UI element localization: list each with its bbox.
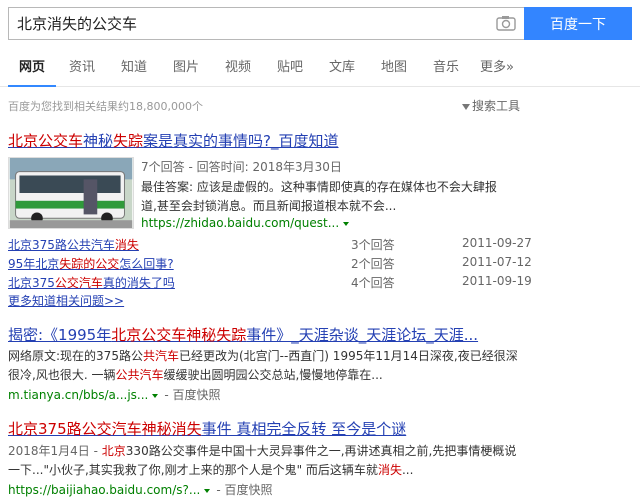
result-url[interactable]: https://baijiahao.baidu.com/s?... — [8, 483, 200, 497]
question-highlight: 消失 — [114, 238, 139, 252]
snippet-line: 一下..."小伙子,其实我救了你,刚才上来的那个人是个鬼" 而后这辆车就消失..… — [8, 461, 632, 480]
result-2-snippet: 网络原文:现在的375路公共汽车已经更改为(北宫门--西直门) 1995年11月… — [8, 347, 632, 385]
snippet-text: 很冷,风也很大. 一辆 — [8, 368, 116, 382]
snippet-text: 网络原文:现在的375路公 — [8, 349, 143, 363]
title-highlight: 神秘消失 — [141, 420, 202, 438]
snippet-line: 2018年1月4日 - 北京330路公交事件是中国十大灵异事件之一,再讲述真相之… — [8, 442, 632, 461]
title-text: 案是真实的事情吗?_百度知道 — [143, 132, 339, 150]
chevron-down-icon[interactable] — [204, 488, 211, 493]
chevron-down-icon[interactable] — [343, 221, 350, 226]
result-3-snippet: 2018年1月4日 - 北京330路公交事件是中国十大灵异事件之一,再讲述真相之… — [8, 442, 632, 480]
snippet-highlight: 公共汽车 — [115, 368, 164, 382]
result-url[interactable]: https://zhidao.baidu.com/quest... — [141, 216, 339, 230]
separator: - — [164, 388, 173, 402]
result-1-url[interactable]: https://zhidao.baidu.com/quest... — [141, 216, 355, 230]
result-url[interactable]: m.tianya.cn/bbs/a...js... — [8, 388, 148, 402]
title-text: 神秘 — [83, 132, 114, 150]
result-2-url: m.tianya.cn/bbs/a...js... - 百度快照 — [8, 386, 221, 405]
chevron-down-icon[interactable] — [152, 393, 159, 398]
camera-icon[interactable] — [496, 15, 516, 31]
snippet-line: 道,甚至会封锁消息。而且新闻报道根本就不会... — [141, 199, 397, 213]
search-input[interactable] — [8, 7, 524, 40]
tab-zhidao[interactable]: 知道 — [108, 50, 160, 87]
list-item[interactable]: 北京375公交汽车真的消失了吗 — [8, 274, 175, 291]
tab-video[interactable]: 视频 — [212, 50, 264, 87]
snippet-highlight: 共汽车 — [142, 349, 179, 363]
snippet-text: 已经更改为(北宫门--西直门) 1995年11月14日深夜,夜已经很深 — [178, 349, 518, 363]
snippet-text: ... — [401, 463, 414, 477]
question-text: 95年北京 — [8, 257, 60, 271]
answer-date: 2011-09-19 — [462, 274, 532, 288]
snippet-line: 网络原文:现在的375路公共汽车已经更改为(北宫门--西直门) 1995年11月… — [8, 347, 632, 366]
result-1-snippet: 最佳答案: 应该是虚假的。这种事情即使真的存在媒体也不会大肆报 道,甚至会封锁消… — [141, 178, 631, 216]
snippet-text: 缓缓驶出圆明园公交总站,慢慢地停靠在... — [163, 368, 383, 382]
question-highlight: 公交汽车 — [54, 276, 103, 290]
tab-map[interactable]: 地图 — [368, 50, 420, 87]
list-item[interactable]: 95年北京失踪的公交怎么回事? — [8, 255, 174, 272]
search-tabs: 网页 资讯 知道 图片 视频 贴吧 文库 地图 音乐 更多» — [0, 50, 640, 87]
search-bar: 百度一下 — [8, 7, 632, 40]
snippet-line: 很冷,风也很大. 一辆公共汽车缓缓驶出圆明园公交总站,慢慢地停靠在... — [8, 366, 632, 385]
search-tools-label: 搜索工具 — [472, 99, 521, 113]
title-text: 事件 真相完全反转 至今是个谜 — [201, 420, 407, 438]
snippet-text: 330路公交事件是中国十大灵异事件之一,再讲述真相之前,先把事情梗概说 — [125, 444, 517, 458]
result-stats: 百度为您找到相关结果约18,800,000个 — [8, 100, 203, 113]
tab-more[interactable]: 更多» — [472, 50, 522, 87]
list-item[interactable]: 北京375路公共汽车消失 — [8, 236, 139, 253]
question-text: 怎么回事? — [119, 257, 174, 271]
answer-count: 4个回答 — [351, 276, 395, 290]
question-text: 真的消失了吗 — [102, 276, 175, 290]
tab-images[interactable]: 图片 — [160, 50, 212, 87]
result-3-title[interactable]: 北京375路公交汽车神秘消失事件 真相完全反转 至今是个谜 — [8, 420, 406, 438]
snippet-line: 最佳答案: 应该是虚假的。这种事情即使真的存在媒体也不会大肆报 — [141, 180, 497, 194]
answer-date: 2011-09-27 — [462, 236, 532, 250]
cache-link[interactable]: 百度快照 — [224, 483, 272, 497]
answer-count: 3个回答 — [351, 238, 395, 252]
snippet-highlight: 北京 — [101, 444, 126, 458]
answer-count: 2个回答 — [351, 257, 395, 271]
snippet-date: 2018年1月4日 - — [8, 444, 102, 458]
bus-thumbnail[interactable] — [8, 157, 134, 229]
tab-news[interactable]: 资讯 — [56, 50, 108, 87]
answer-meta: 7个回答 - 回答时间: 2018年3月30日 — [141, 160, 342, 174]
filter-icon — [462, 103, 470, 110]
cache-link[interactable]: 百度快照 — [173, 388, 221, 402]
result-1: 北京公交车神秘失踪案是真实的事情吗?_百度知道 — [8, 130, 339, 151]
search-tools[interactable]: 搜索工具 — [462, 97, 520, 114]
more-questions-link[interactable]: 更多知道相关问题>> — [8, 292, 124, 309]
question-highlight: 失踪的公交 — [59, 257, 120, 271]
result-2-title[interactable]: 揭密:《1995年北京公交车神秘失踪事件》_天涯杂谈_天涯论坛_天涯... — [8, 326, 478, 344]
title-highlight: 北京公交车神秘失踪 — [111, 326, 247, 344]
snippet-text: 一下..."小伙子,其实我救了你,刚才上来的那个人是个鬼" 而后这辆车就 — [8, 463, 378, 477]
question-text: 北京375 — [8, 276, 55, 290]
title-highlight: 北京375路公交汽车 — [8, 420, 142, 438]
title-text: 揭密:《1995年 — [8, 326, 112, 344]
result-1-title[interactable]: 北京公交车神秘失踪案是真实的事情吗?_百度知道 — [8, 132, 339, 150]
tab-music[interactable]: 音乐 — [420, 50, 472, 87]
title-text: 事件》_天涯杂谈_天涯论坛_天涯... — [246, 326, 479, 344]
result-3: 北京375路公交汽车神秘消失事件 真相完全反转 至今是个谜 — [8, 418, 406, 439]
result-3-url: https://baijiahao.baidu.com/s?... - 百度快照 — [8, 481, 273, 500]
result-1-meta: 7个回答 - 回答时间: 2018年3月30日 — [141, 158, 342, 177]
tab-web[interactable]: 网页 — [8, 50, 56, 87]
question-text: 北京375路公共汽车 — [8, 238, 115, 252]
answer-date: 2011-07-12 — [462, 255, 532, 269]
tab-wenku[interactable]: 文库 — [316, 50, 368, 87]
tab-tieba[interactable]: 贴吧 — [264, 50, 316, 87]
result-2: 揭密:《1995年北京公交车神秘失踪事件》_天涯杂谈_天涯论坛_天涯... — [8, 324, 478, 345]
snippet-highlight: 消失 — [377, 463, 402, 477]
title-highlight: 失踪 — [113, 132, 144, 150]
title-highlight: 北京公交车 — [8, 132, 84, 150]
search-button[interactable]: 百度一下 — [524, 7, 632, 40]
